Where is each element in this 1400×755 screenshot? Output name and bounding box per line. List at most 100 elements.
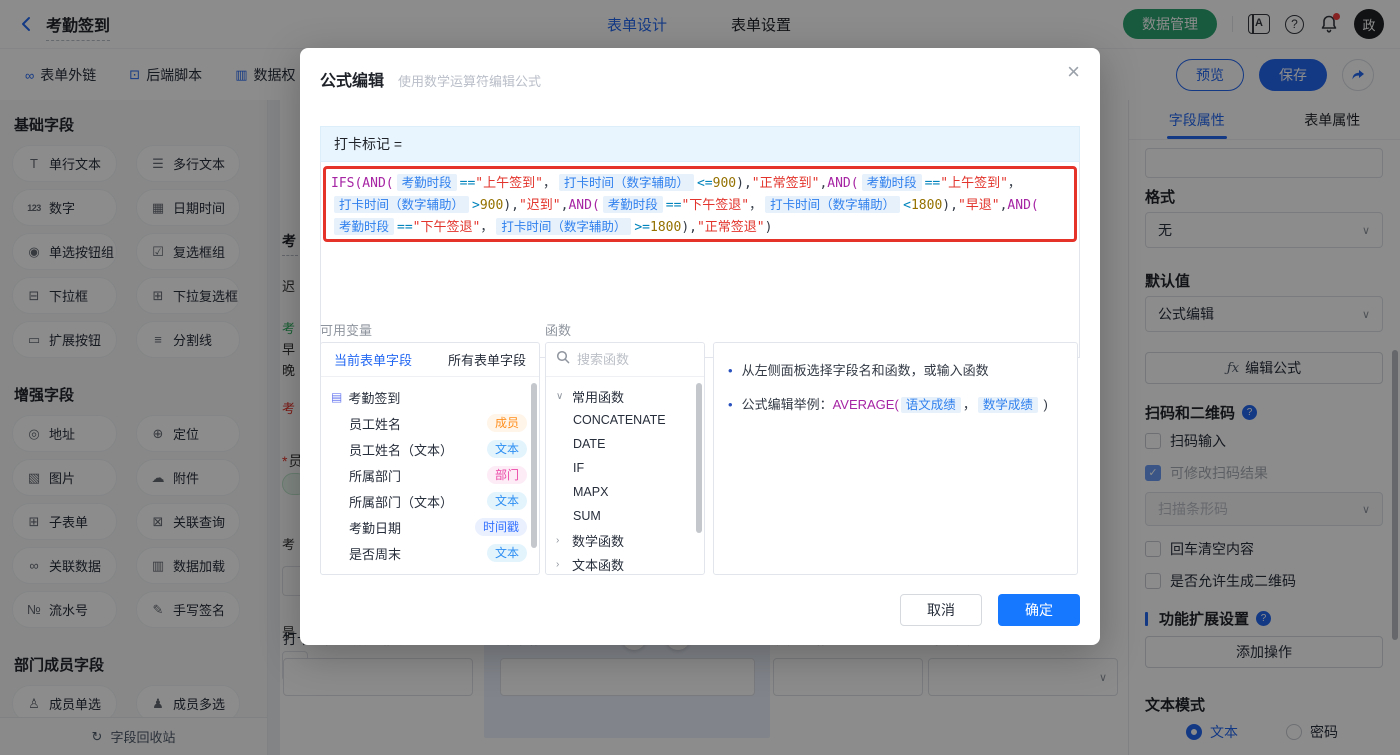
cancel-button[interactable]: 取消 (900, 594, 982, 626)
formula-token: == (924, 176, 941, 191)
formula-token: 从左侧面板选择字段名和函数，或输入函数 (741, 363, 989, 378)
close-icon[interactable]: × (1067, 61, 1080, 83)
formula-field-chip[interactable]: 考勤时段 (602, 196, 663, 213)
function-group-label: 常用函数 (572, 389, 625, 405)
formula-field-chip[interactable]: 打卡时间（数字辅助） (558, 174, 694, 191)
variable-name: 员工姓名（文本） (349, 442, 454, 458)
variable-item[interactable]: 是否周末 文本 (321, 540, 539, 566)
bullet-dot: • (728, 363, 733, 378)
example-field-chip[interactable]: 语文成绩 (900, 397, 961, 413)
functions-label: 函数 (545, 323, 572, 338)
search-icon (556, 350, 570, 369)
help-bullet-text: 从左侧面板选择字段名和函数，或输入函数 (742, 360, 989, 381)
functions-scrollbar[interactable] (696, 383, 702, 533)
formula-field-chip[interactable]: 考勤时段 (396, 174, 457, 191)
formula-token: == (459, 176, 476, 191)
help-bullet-text: 公式编辑举例：AVERAGE(语文成绩，数学成绩 ) (742, 394, 1048, 416)
variables-list: ▤ 考勤签到 员工姓名 成员 员工姓名（文本） 文本 所属部门 部门 所属部门（文本） 文本 考勤日… (321, 377, 539, 573)
variable-item[interactable]: 员工姓名（文本） 文本 (321, 436, 539, 462)
formula-token: ， (480, 220, 494, 235)
formula-token: <= (696, 176, 713, 191)
function-group[interactable]: › 文本函数 (546, 552, 704, 574)
app-root: 考勤签到 表单设计 表单设置 数据管理 A ? 政 ∞ 表单外链 ⊡ 后端脚本 ▥ 数据权… (0, 0, 1400, 755)
variable-type-badge: 文本 (486, 544, 527, 562)
modal-title: 公式编辑 (320, 73, 385, 90)
function-group[interactable]: ∨ 常用函数 (546, 384, 704, 408)
formula-token: ， (542, 176, 556, 191)
variables-label: 可用变量 (320, 323, 373, 338)
variable-name: 考勤日期 (349, 520, 402, 536)
variable-type-badge: 文本 (486, 492, 527, 510)
formula-token: "迟到" (518, 198, 561, 213)
function-item[interactable]: DATE (546, 432, 704, 456)
formula-field-chip[interactable]: 打卡时间（数字辅助） (765, 196, 901, 213)
formula-help-panel: • 从左侧面板选择字段名和函数，或输入函数 • 公式编辑举例：AVERAGE(语文成绩… (713, 342, 1078, 575)
variable-item[interactable]: 员工姓名 成员 (321, 410, 539, 436)
formula-field-chip[interactable]: 考勤时段 (861, 174, 922, 191)
confirm-button[interactable]: 确定 (998, 594, 1080, 626)
variable-type-badge: 成员 (486, 414, 527, 432)
formula-token: "早退" (957, 198, 1000, 213)
help-bullet: • 公式编辑举例：AVERAGE(语文成绩，数学成绩 ) (728, 394, 1063, 416)
variable-name: 是否周末 (349, 546, 402, 562)
formula-field-chip[interactable]: 打卡时间（数字辅助） (496, 218, 632, 235)
formula-token: AND( (827, 176, 859, 191)
variable-name: 所属部门 (349, 468, 402, 484)
modal-subtitle: 使用数学运算符编辑公式 (398, 74, 542, 89)
formula-token: ， (962, 397, 976, 412)
variable-item[interactable]: 所属部门 部门 (321, 462, 539, 488)
variable-group[interactable]: ▤ 考勤签到 (321, 384, 539, 410)
function-group-label: 数学函数 (572, 533, 625, 549)
formula-token: 900 (712, 176, 737, 191)
variable-item[interactable]: 考勤日期 时间戳 (321, 514, 539, 540)
variable-group-label: 考勤签到 (348, 390, 401, 406)
formula-token: ) (1039, 397, 1048, 412)
variables-tabs: 当前表单字段 所有表单字段 (321, 343, 539, 377)
formula-token: ), (681, 220, 697, 235)
formula-code[interactable]: IFS(AND(考勤时段 =="上午签到"， 打卡时间（数字辅助） <=900),"正… (321, 163, 1079, 247)
function-search-input[interactable] (577, 352, 687, 367)
formula-token: ， (1007, 176, 1021, 191)
variables-scrollbar[interactable] (531, 383, 537, 548)
formula-token: 900 (479, 198, 504, 213)
formula-token: "上午签到" (940, 176, 1008, 191)
bullet-dot: • (728, 397, 733, 412)
chevron-right-icon: › (556, 534, 560, 546)
variable-item[interactable]: 所属部门（文本） 文本 (321, 488, 539, 514)
variables-panel: 当前表单字段 所有表单字段 ▤ 考勤签到 员工姓名 成员 员工姓名（文本） 文本 所属部门部… (320, 342, 540, 575)
formula-field-chip[interactable]: 考勤时段 (334, 218, 395, 235)
formula-token: 公式编辑举例： (741, 397, 833, 412)
modal-header: 公式编辑 使用数学运算符编辑公式 (320, 67, 541, 91)
formula-token: "正常签到" (751, 176, 820, 191)
function-search (546, 343, 704, 377)
formula-token: AND( (568, 198, 600, 213)
formula-token: "正常签退" (696, 220, 765, 235)
function-item[interactable]: MAPX (546, 480, 704, 504)
formula-token: ), (736, 176, 752, 191)
formula-line: IFS(AND(考勤时段 =="上午签到"， 打卡时间（数字辅助） <=900),"正… (331, 172, 1069, 194)
formula-token: ), (503, 198, 519, 213)
formula-token: AVERAGE( (832, 397, 899, 412)
formula-token: ， (749, 198, 763, 213)
formula-line: 打卡时间（数字辅助） >900),"迟到",AND(考勤时段 =="下午签退"， 打卡… (331, 194, 1069, 216)
tab-all-form-fields[interactable]: 所有表单字段 (448, 350, 526, 369)
tab-current-form-fields[interactable]: 当前表单字段 (334, 350, 412, 369)
function-item[interactable]: CONCATENATE (546, 408, 704, 432)
function-item[interactable]: SUM (546, 504, 704, 528)
formula-token: == (665, 198, 682, 213)
formula-token: >= (634, 220, 651, 235)
example-field-chip[interactable]: 数学成绩 (977, 397, 1038, 413)
function-group[interactable]: › 数学函数 (546, 528, 704, 552)
formula-field-chip[interactable]: 打卡时间（数字辅助） (334, 196, 470, 213)
formula-token: "上午签到" (475, 176, 543, 191)
help-bullet: • 从左侧面板选择字段名和函数，或输入函数 (728, 360, 1063, 381)
formula-token: > (472, 198, 480, 213)
formula-token: "下午签退" (412, 220, 481, 235)
formula-token: ), (942, 198, 958, 213)
formula-token: "下午签退" (681, 198, 750, 213)
function-item[interactable]: IF (546, 456, 704, 480)
formula-line: 考勤时段 =="下午签退"， 打卡时间（数字辅助） >=1800),"正常签退") (331, 216, 1069, 238)
variable-name: 员工姓名 (349, 416, 402, 432)
formula-token: 1800 (910, 198, 943, 213)
variable-type-badge: 时间戳 (474, 518, 527, 536)
